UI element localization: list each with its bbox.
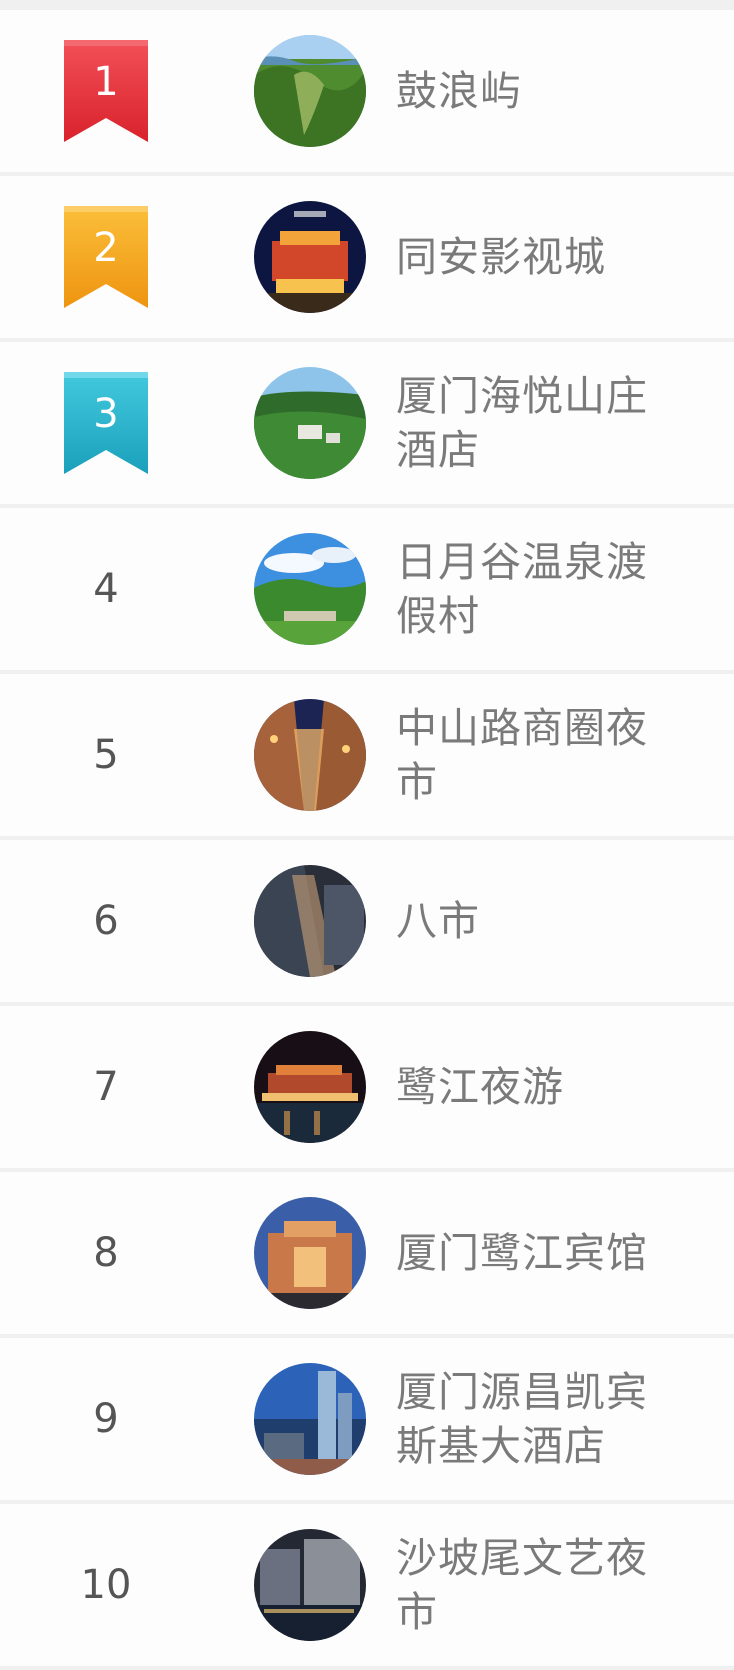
attraction-thumbnail[interactable] [254,1363,366,1475]
rank-badge: 9 [60,1364,152,1474]
rank-badge: 8 [60,1198,152,1308]
rank-badge: 2 [60,202,152,312]
attraction-thumbnail[interactable] [254,1031,366,1143]
list-item[interactable]: 2 同安影视城 [0,176,734,338]
attraction-thumbnail[interactable] [254,35,366,147]
rank-number: 4 [93,566,119,612]
attraction-name[interactable]: 八市 [396,894,686,948]
attraction-name[interactable]: 日月谷温泉渡假村 [396,535,686,643]
list-item[interactable]: 8 厦门鹭江宾馆 [0,1172,734,1334]
list-item[interactable]: 5 中山路商圈夜市 [0,674,734,836]
list-item[interactable]: 7 鹭江夜游 [0,1006,734,1168]
list-item[interactable]: 6 八市 [0,840,734,1002]
rank-number: 1 [93,59,119,105]
rank-number: 3 [93,391,119,437]
attraction-name[interactable]: 厦门海悦山庄酒店 [396,369,686,477]
rank-number: 6 [93,898,119,944]
rank-badge: 1 [60,36,152,146]
rank-number: 7 [93,1064,119,1110]
list-item[interactable]: 3 厦门海悦山庄酒店 [0,342,734,504]
attraction-name[interactable]: 厦门鹭江宾馆 [396,1226,686,1280]
list-item[interactable]: 1 鼓浪屿 [0,10,734,172]
attraction-name[interactable]: 厦门源昌凯宾斯基大酒店 [396,1365,686,1473]
list-item[interactable]: 4 日月谷温泉渡假村 [0,508,734,670]
ranking-list: 1 鼓浪屿 2 同安影视城 3 厦门海悦山庄酒店 4 日月谷温泉渡假村 5 中山… [0,0,734,1670]
rank-number: 9 [93,1396,119,1442]
attraction-name[interactable]: 鼓浪屿 [396,64,686,118]
list-item[interactable]: 10 沙坡尾文艺夜市 [0,1504,734,1666]
attraction-thumbnail[interactable] [254,367,366,479]
attraction-thumbnail[interactable] [254,865,366,977]
attraction-name[interactable]: 鹭江夜游 [396,1060,686,1114]
attraction-name[interactable]: 中山路商圈夜市 [396,701,686,809]
attraction-name[interactable]: 同安影视城 [396,230,686,284]
attraction-thumbnail[interactable] [254,201,366,313]
attraction-thumbnail[interactable] [254,533,366,645]
rank-badge: 4 [60,534,152,644]
rank-badge: 7 [60,1032,152,1142]
rank-number: 10 [80,1562,132,1608]
attraction-thumbnail[interactable] [254,1197,366,1309]
rank-badge: 3 [60,368,152,478]
rank-number: 2 [93,225,119,271]
list-item[interactable]: 9 厦门源昌凯宾斯基大酒店 [0,1338,734,1500]
attraction-thumbnail[interactable] [254,1529,366,1641]
rank-badge: 5 [60,700,152,810]
attraction-name[interactable]: 沙坡尾文艺夜市 [396,1531,686,1639]
rank-badge: 10 [60,1530,152,1640]
rank-badge: 6 [60,866,152,976]
attraction-thumbnail[interactable] [254,699,366,811]
rank-number: 5 [93,732,119,778]
rank-number: 8 [93,1230,119,1276]
